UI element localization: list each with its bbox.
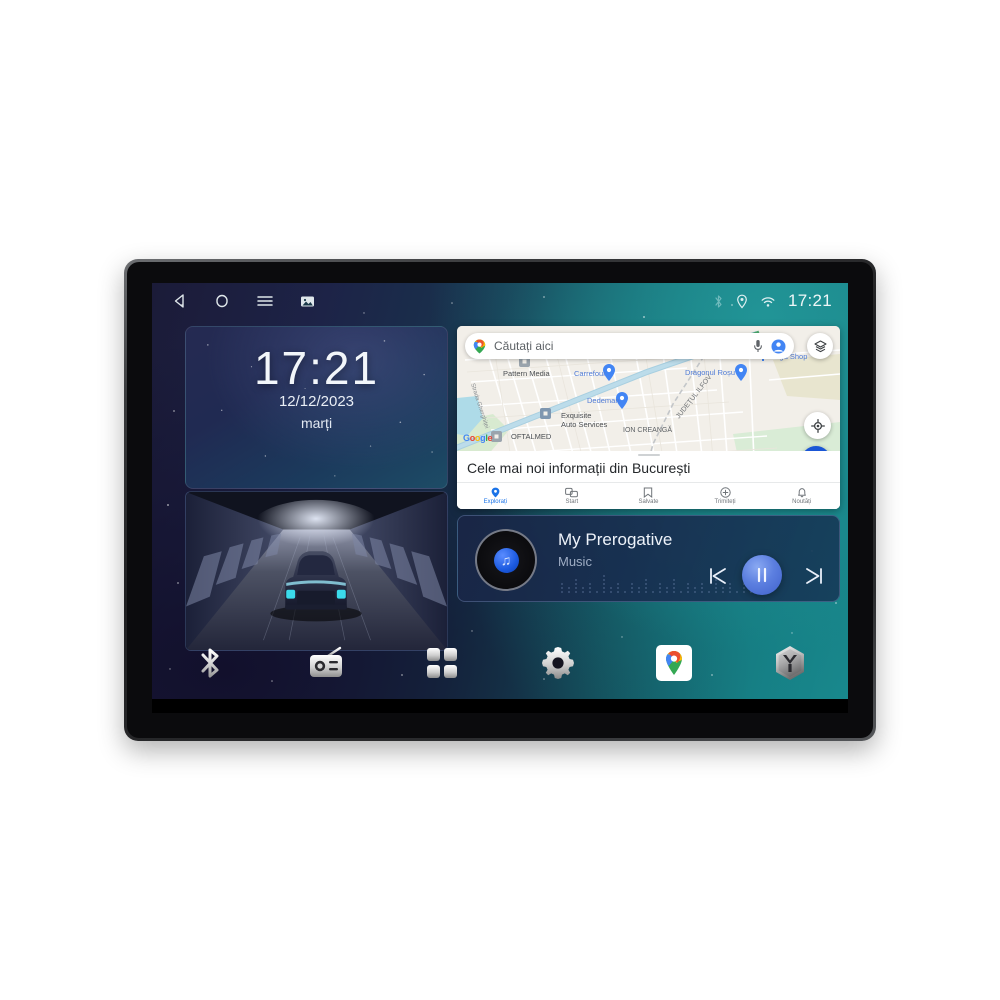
microphone-icon[interactable] xyxy=(753,339,763,353)
map-nav-updates[interactable]: Noutăți xyxy=(763,483,840,509)
menu-hamburger-icon[interactable] xyxy=(256,293,274,309)
pause-icon xyxy=(757,567,767,583)
apps-grid-icon xyxy=(427,648,457,678)
clock-widget-weekday: marți xyxy=(300,415,333,431)
map-bottom-sheet[interactable]: Cele mai noi informații din București Ex… xyxy=(457,451,840,509)
commute-icon xyxy=(565,487,579,498)
bottom-black-strip xyxy=(152,699,848,713)
bell-icon xyxy=(797,488,806,498)
google-maps-icon xyxy=(656,645,692,681)
map-sheet-title: Cele mai noi informații din București xyxy=(467,460,691,476)
map-nav-start[interactable]: Start xyxy=(534,483,611,509)
next-track-button[interactable] xyxy=(799,561,829,591)
map-nav-label: Salvate xyxy=(638,499,659,505)
screen: 17:21 17:21 12/12/2023 marți Pattern Med… xyxy=(152,283,848,713)
dock-item-settings[interactable] xyxy=(500,646,616,680)
status-bar-clock: 17:21 xyxy=(787,291,832,310)
map-label: Auto Services xyxy=(561,420,608,429)
location-pin-icon xyxy=(736,294,748,309)
map-nav-label: Noutăți xyxy=(792,499,812,505)
map-nav-contribute[interactable]: Trimiteți xyxy=(687,483,764,509)
map-label: Pattern Media xyxy=(503,369,551,378)
map-nav-label: Explorați xyxy=(483,499,507,505)
sheet-grip-handle[interactable] xyxy=(637,454,660,456)
map-bottom-nav[interactable]: Explorați Start Salvate Trimiteți Noutăț… xyxy=(457,482,840,509)
map-nav-saved[interactable]: Salvate xyxy=(610,483,687,509)
map-label: Carrefour xyxy=(574,369,606,378)
skip-previous-icon xyxy=(710,568,726,584)
map-layers-icon xyxy=(813,339,827,352)
map-search-bar[interactable]: Căutați aici xyxy=(465,333,794,359)
map-nav-label: Trimiteți xyxy=(714,499,736,505)
map-label: Strada Gherghiței xyxy=(469,383,489,430)
home-circle-icon[interactable] xyxy=(214,293,230,309)
clock-widget-date: 12/12/2023 xyxy=(278,393,355,410)
dock-item-maps[interactable] xyxy=(616,645,732,681)
car-tunnel-widget[interactable] xyxy=(185,491,448,651)
my-location-icon xyxy=(810,418,825,433)
map-nav-explore[interactable]: Explorați xyxy=(457,483,534,509)
dock-item-apps[interactable] xyxy=(384,647,500,679)
contribute-plus-icon xyxy=(719,487,731,498)
wifi-icon xyxy=(760,295,776,308)
album-art[interactable]: ♫ xyxy=(475,529,537,591)
my-location-button[interactable] xyxy=(804,412,831,439)
dock-item-yandex[interactable] xyxy=(732,645,848,681)
gear-icon xyxy=(542,647,574,679)
bluetooth-icon xyxy=(201,648,219,678)
clock-widget[interactable]: 17:21 12/12/2023 marți xyxy=(185,326,448,489)
clock-widget-time: 17:21 xyxy=(253,342,380,394)
map-layers-button[interactable] xyxy=(807,333,833,359)
track-title: My Prerogative xyxy=(558,530,673,549)
map-label: OFTALMED xyxy=(511,432,552,441)
bluetooth-icon xyxy=(713,294,724,309)
screenshot-icon[interactable] xyxy=(300,295,315,308)
status-bar: 17:21 xyxy=(152,283,848,319)
radio-icon xyxy=(310,646,342,677)
car-tunnel-illustration xyxy=(186,492,447,650)
map-label: ION CREANGĂ xyxy=(623,425,672,434)
dock xyxy=(152,635,848,691)
google-attribution: Google xyxy=(463,433,493,443)
map-nav-label: Start xyxy=(565,499,579,505)
previous-track-button[interactable] xyxy=(703,561,733,591)
map-label: Dedeman xyxy=(587,396,620,405)
google-maps-widget[interactable]: Pattern MediaCarrefourDragonul RoșuMega … xyxy=(457,326,840,509)
music-note-icon: ♫ xyxy=(493,547,519,573)
skip-next-icon xyxy=(806,568,822,584)
map-label: JUDEȚUL ILFOV xyxy=(675,374,714,421)
track-subtitle: Music xyxy=(558,554,592,569)
play-pause-button[interactable] xyxy=(742,555,782,595)
dock-item-bluetooth[interactable] xyxy=(152,645,268,681)
bookmark-icon xyxy=(644,487,653,498)
map-search-placeholder: Căutați aici xyxy=(494,339,554,353)
account-circle-icon[interactable] xyxy=(771,339,786,354)
dock-item-radio[interactable] xyxy=(268,646,384,680)
google-maps-pin-icon xyxy=(473,339,486,354)
hexagon-y-icon xyxy=(776,646,804,680)
music-player-widget[interactable]: ♫ My Prerogative Music xyxy=(457,515,840,602)
back-triangle-icon[interactable] xyxy=(172,293,188,309)
location-pin-icon xyxy=(491,487,500,498)
map-label: Exquisite xyxy=(561,411,591,420)
